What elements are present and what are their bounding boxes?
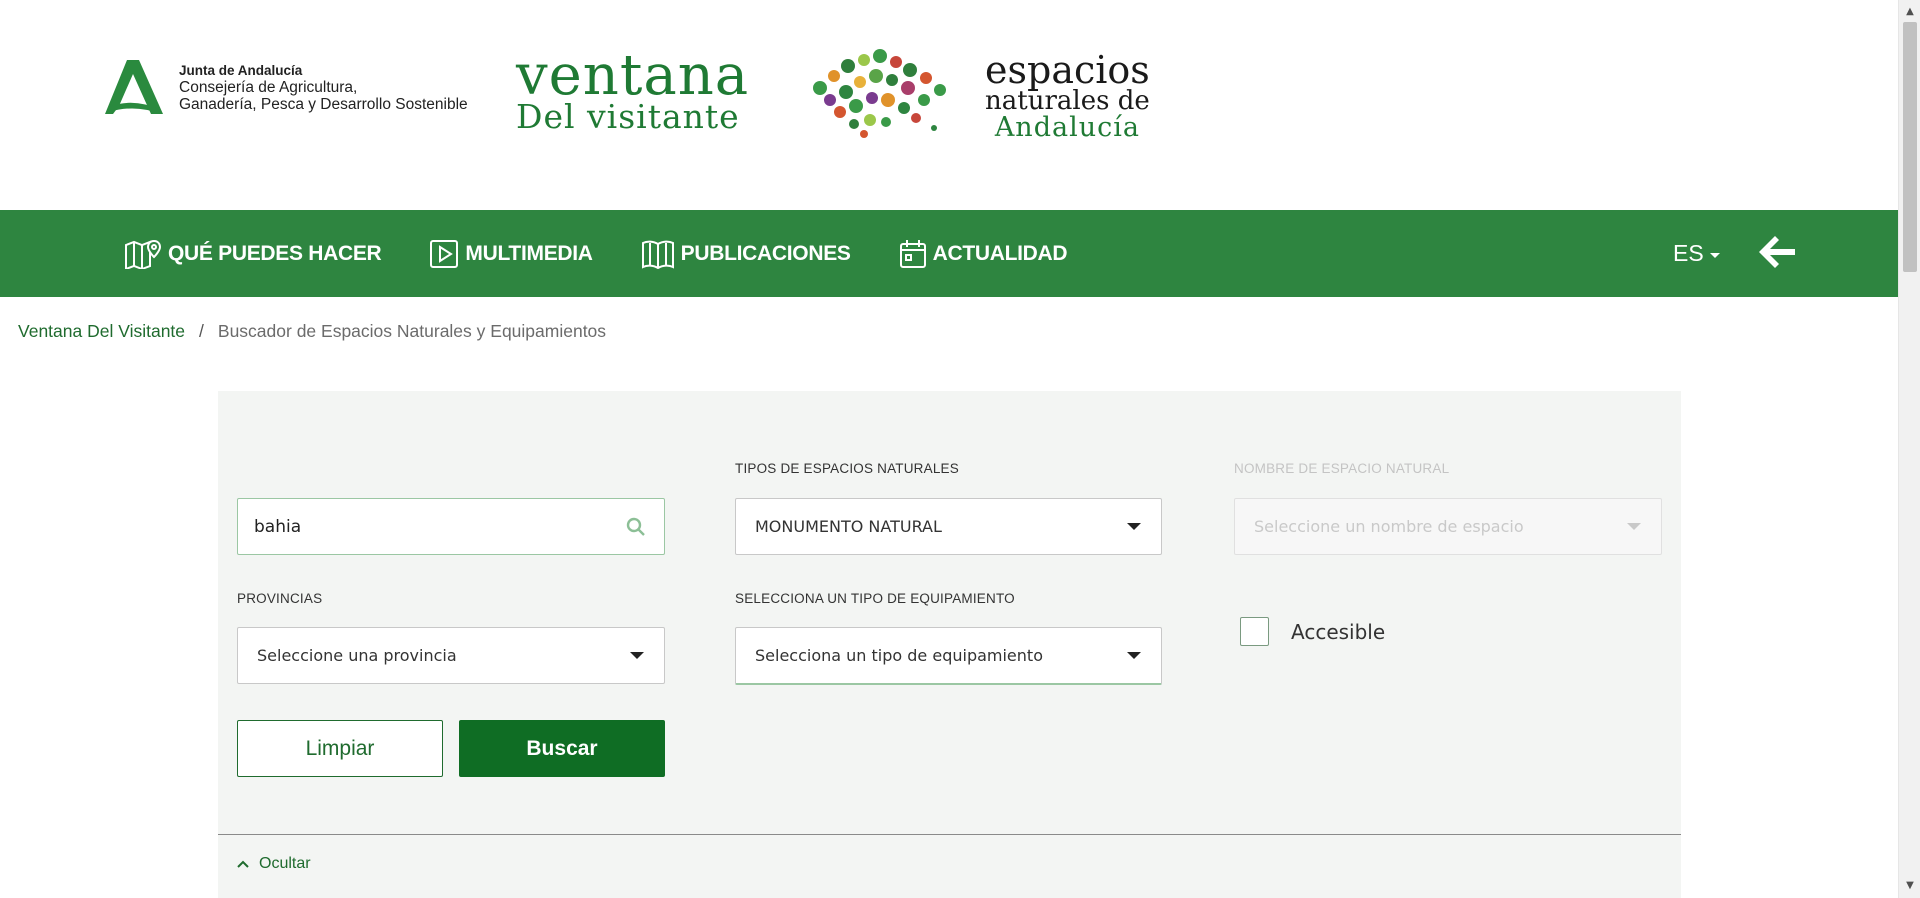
language-label: ES xyxy=(1673,240,1704,266)
nav-label: QUÉ PUEDES HACER xyxy=(168,241,382,265)
scroll-up-icon[interactable]: ▲ xyxy=(1899,2,1920,22)
equipamiento-placeholder: Selecciona un tipo de equipamiento xyxy=(755,646,1043,665)
language-selector[interactable]: ES xyxy=(1673,240,1720,267)
accesible-label: Accesible xyxy=(1291,619,1386,644)
ventana-logo-line1: ventana xyxy=(516,43,750,108)
page: Junta de Andalucía Consejería de Agricul… xyxy=(0,0,1920,898)
tipos-selected-value: MONUMENTO NATURAL xyxy=(755,517,942,536)
vertical-scrollbar[interactable]: ▲ ▼ xyxy=(1898,0,1920,898)
dropdown-arrow-icon xyxy=(630,652,644,659)
search-panel: TIPOS DE ESPACIOS NATURALES MONUMENTO NA… xyxy=(218,391,1681,898)
equipamiento-label: SELECCIONA UN TIPO DE EQUIPAMIENTO xyxy=(735,591,1015,606)
map-pin-icon xyxy=(125,239,162,269)
tipos-label: TIPOS DE ESPACIOS NATURALES xyxy=(735,461,959,476)
ocultar-toggle[interactable]: Ocultar xyxy=(236,855,311,873)
play-icon xyxy=(430,239,459,268)
espacios-logo-line1: espacios xyxy=(985,48,1150,92)
breadcrumb: Ventana Del Visitante / Buscador de Espa… xyxy=(18,321,606,342)
search-input[interactable] xyxy=(254,499,626,554)
equipamiento-select[interactable]: Selecciona un tipo de equipamiento xyxy=(735,627,1162,685)
accesible-checkbox[interactable]: Accesible xyxy=(1240,617,1385,646)
search-icon[interactable] xyxy=(626,517,646,537)
search-field[interactable] xyxy=(237,498,665,555)
nombre-label: NOMBRE DE ESPACIO NATURAL xyxy=(1234,461,1450,476)
nav-item-multimedia[interactable]: MULTIMEDIA xyxy=(429,239,593,269)
ventana-logo-line2: Del visitante xyxy=(516,97,740,136)
junta-line1: Junta de Andalucía xyxy=(179,63,303,78)
limpiar-button[interactable]: Limpiar xyxy=(237,720,443,777)
chevron-up-icon xyxy=(237,860,249,868)
ventana-del-visitante-logo[interactable]: ventana Del visitante xyxy=(516,48,749,134)
espacios-logo-line2: naturales de xyxy=(985,86,1150,116)
nav-item-actualidad[interactable]: ACTUALIDAD xyxy=(899,239,1068,269)
junta-line3: Ganadería, Pesca y Desarrollo Sostenible xyxy=(179,96,468,113)
nav-item-publicaciones[interactable]: PUBLICACIONES xyxy=(641,239,851,269)
provincias-select[interactable]: Seleccione una provincia xyxy=(237,627,665,684)
ocultar-label: Ocultar xyxy=(259,855,311,872)
breadcrumb-separator: / xyxy=(199,321,204,341)
buscar-button[interactable]: Buscar xyxy=(459,720,665,777)
breadcrumb-current: Buscador de Espacios Naturales y Equipam… xyxy=(217,321,607,341)
provincias-label: PROVINCIAS xyxy=(237,591,323,606)
nature-mosaic-icon xyxy=(813,49,946,138)
dropdown-arrow-icon xyxy=(1127,652,1141,659)
junta-andalucia-logo[interactable]: Junta de Andalucía Consejería de Agricul… xyxy=(105,58,468,116)
junta-line2: Consejería de Agricultura, xyxy=(179,79,358,96)
junta-a-icon xyxy=(105,60,163,114)
dropdown-arrow-icon xyxy=(1627,523,1641,530)
tipos-select[interactable]: MONUMENTO NATURAL xyxy=(735,498,1162,555)
content: Junta de Andalucía Consejería de Agricul… xyxy=(0,0,1898,898)
espacios-logo-line3: Andalucía xyxy=(994,112,1140,143)
nombre-select: Seleccione un nombre de espacio xyxy=(1234,498,1662,555)
nav-item-que-puedes-hacer[interactable]: QUÉ PUEDES HACER xyxy=(124,239,382,269)
dropdown-arrow-icon xyxy=(1127,523,1141,530)
breadcrumb-home-link[interactable]: Ventana Del Visitante xyxy=(18,321,185,342)
calendar-icon xyxy=(899,239,926,268)
caret-down-icon xyxy=(1709,253,1720,258)
checkbox-box[interactable] xyxy=(1240,617,1269,646)
book-icon xyxy=(641,240,674,269)
nombre-placeholder: Seleccione un nombre de espacio xyxy=(1254,517,1524,536)
site-header: Junta de Andalucía Consejería de Agricul… xyxy=(0,0,1898,210)
arrow-left-icon[interactable] xyxy=(1757,232,1797,272)
scrollbar-thumb[interactable] xyxy=(1903,22,1917,272)
scroll-down-icon[interactable]: ▼ xyxy=(1899,876,1920,896)
nav-label: PUBLICACIONES xyxy=(680,241,851,265)
nav-label: ACTUALIDAD xyxy=(932,241,1068,265)
espacios-naturales-logo[interactable]: espacios naturales de Andalucía xyxy=(985,48,1150,143)
panel-divider xyxy=(218,834,1681,835)
nav-label: MULTIMEDIA xyxy=(465,241,593,265)
provincias-placeholder: Seleccione una provincia xyxy=(257,646,457,665)
main-navbar: QUÉ PUEDES HACER MULTIMEDIA PUBLICACIONE… xyxy=(0,210,1898,297)
